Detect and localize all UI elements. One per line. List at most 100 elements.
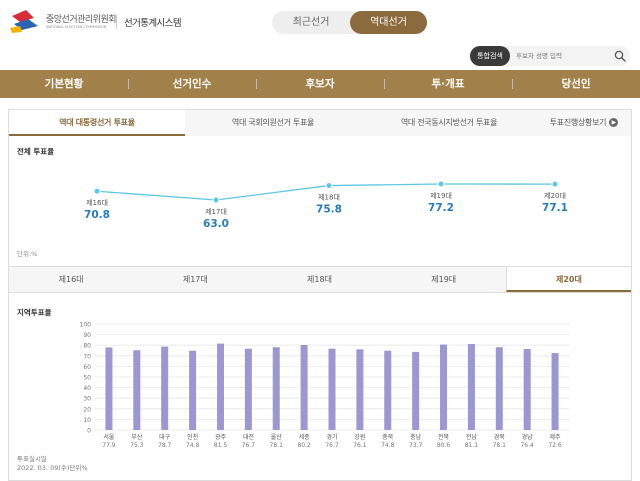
tab-election-18[interactable]: 제18대 — [257, 267, 381, 292]
search-bar: 통합검색 — [470, 46, 630, 66]
turnout-point[interactable] — [325, 182, 333, 190]
region-bar[interactable] — [244, 348, 252, 430]
region-bar[interactable] — [495, 347, 503, 430]
search-icon[interactable] — [614, 50, 626, 62]
y-tick-label: 50 — [83, 375, 91, 382]
region-value: 80.2 — [297, 442, 311, 449]
region-value: 72.6 — [548, 442, 562, 449]
region-label: 전북 — [438, 433, 450, 441]
region-label: 경북 — [494, 434, 506, 441]
y-tick-label: 20 — [83, 406, 91, 413]
turnout-value: 77.2 — [428, 202, 454, 214]
footnote-date: 2022. 03. 09(수)단위% — [17, 464, 88, 472]
region-bar[interactable] — [440, 344, 448, 430]
election-label: 제19대 — [430, 192, 452, 200]
region-value: 78.1 — [493, 442, 507, 449]
search-type-label[interactable]: 통합검색 — [470, 46, 510, 66]
region-label: 충남 — [410, 433, 422, 441]
tab-voting-progress[interactable]: 투표진행상황보기 ▶ — [537, 110, 631, 136]
tab-local-election-turnout[interactable]: 역대 전국동시지방선거 투표율 — [361, 110, 537, 136]
region-label: 경남 — [522, 433, 534, 441]
region-bar[interactable] — [105, 347, 113, 430]
region-bar[interactable] — [328, 348, 336, 430]
tab-election-19[interactable]: 제19대 — [382, 267, 506, 292]
region-bar[interactable] — [189, 350, 197, 430]
election-label: 제16대 — [86, 199, 108, 207]
region-bar[interactable] — [384, 350, 392, 430]
region-bar[interactable] — [161, 346, 169, 430]
region-label: 대전 — [243, 433, 254, 441]
region-label: 경기 — [326, 433, 337, 441]
region-bar[interactable] — [356, 349, 364, 430]
tab-election-16[interactable]: 제16대 — [9, 267, 133, 292]
nav-winners[interactable]: 당선인 — [512, 70, 640, 98]
region-value: 76.1 — [353, 442, 367, 449]
nav-basic-status[interactable]: 기본현황 — [0, 70, 128, 98]
region-bar[interactable] — [272, 347, 280, 430]
tab-national-assembly-turnout[interactable]: 역대 국회의원선거 투표율 — [185, 110, 361, 136]
region-value: 76.7 — [242, 442, 256, 449]
region-value: 75.3 — [130, 442, 144, 449]
region-value: 74.8 — [186, 442, 200, 449]
turnout-value: 77.1 — [542, 202, 568, 214]
turnout-tabs: 역대 대통령선거 투표율 역대 국회의원선거 투표율 역대 전국동시지방선거 투… — [9, 110, 631, 136]
unit-label: 단위:% — [17, 250, 38, 258]
region-bar[interactable] — [412, 351, 420, 430]
region-value: 78.1 — [270, 442, 284, 449]
y-tick-label: 60 — [83, 364, 91, 371]
turnout-point[interactable] — [212, 196, 220, 204]
region-bar[interactable] — [551, 353, 559, 430]
nav-voters[interactable]: 선거인수 — [128, 70, 256, 98]
region-value: 81.5 — [214, 442, 228, 449]
turnout-point[interactable] — [551, 180, 559, 188]
turnout-point[interactable] — [93, 187, 101, 195]
election-label: 제18대 — [318, 194, 340, 202]
main-nav: 기본현황 선거인수 후보자 투·개표 당선인 — [0, 70, 640, 98]
region-label: 대구 — [159, 433, 171, 441]
arrow-right-icon: ▶ — [609, 118, 619, 127]
historical-elections-button[interactable]: 역대선거 — [350, 11, 427, 34]
system-title[interactable]: 선거통계시스템 — [124, 15, 182, 29]
region-label: 충북 — [382, 433, 394, 441]
region-value: 80.6 — [437, 442, 451, 449]
overall-turnout-chart: 제16대 70.8 제17대 63.0 제18대 75.8 제19대 77.2 제20대 77.1 — [84, 180, 568, 230]
turnout-value: 75.8 — [316, 204, 342, 216]
region-value: 76.7 — [325, 442, 339, 449]
y-tick-label: 0 — [87, 428, 91, 435]
region-bar[interactable] — [523, 349, 531, 430]
election-period-toggle: 최근선거 역대선거 — [272, 11, 427, 34]
nav-candidates[interactable]: 후보자 — [256, 70, 384, 98]
turnout-value: 63.0 — [203, 218, 229, 230]
header-divider — [116, 15, 117, 29]
region-value: 78.7 — [158, 442, 172, 449]
y-tick-label: 30 — [83, 396, 91, 403]
nav-voting-counting[interactable]: 투·개표 — [384, 70, 512, 98]
recent-elections-button[interactable]: 최근선거 — [272, 11, 350, 34]
region-label: 강원 — [354, 433, 365, 441]
region-label: 서울 — [103, 433, 115, 441]
region-bar[interactable] — [467, 344, 475, 430]
y-tick-label: 40 — [83, 385, 91, 392]
region-value: 76.4 — [520, 442, 534, 449]
turnout-point[interactable] — [437, 180, 445, 188]
election-label: 제17대 — [205, 208, 227, 216]
region-bar[interactable] — [216, 343, 224, 430]
region-label: 제주 — [550, 433, 562, 441]
region-label: 인천 — [187, 433, 198, 441]
region-label: 광주 — [215, 434, 227, 441]
tab-election-17[interactable]: 제17대 — [133, 267, 257, 292]
candidate-search-input[interactable] — [516, 46, 606, 66]
turnout-value: 70.8 — [84, 209, 110, 221]
region-label: 세종 — [299, 433, 311, 441]
y-tick-label: 70 — [83, 353, 91, 360]
region-bar[interactable] — [133, 350, 141, 430]
y-tick-label: 10 — [83, 417, 91, 424]
region-bar[interactable] — [300, 344, 308, 430]
header: 중앙선거관리위원회 NATIONAL ELECTION COMMISSION 선… — [0, 0, 640, 42]
y-tick-label: 90 — [83, 332, 91, 339]
region-label: 전남 — [466, 433, 478, 441]
tab-presidential-turnout[interactable]: 역대 대통령선거 투표율 — [9, 110, 185, 136]
regional-turnout-chart: 0 10 20 30 40 50 60 70 80 90 100 서울77.9 부산75.3 대구78.7… — [80, 322, 569, 449]
election-tabs: 제16대 제17대 제18대 제19대 제20대 — [9, 266, 632, 293]
tab-election-20[interactable]: 제20대 — [505, 267, 632, 292]
